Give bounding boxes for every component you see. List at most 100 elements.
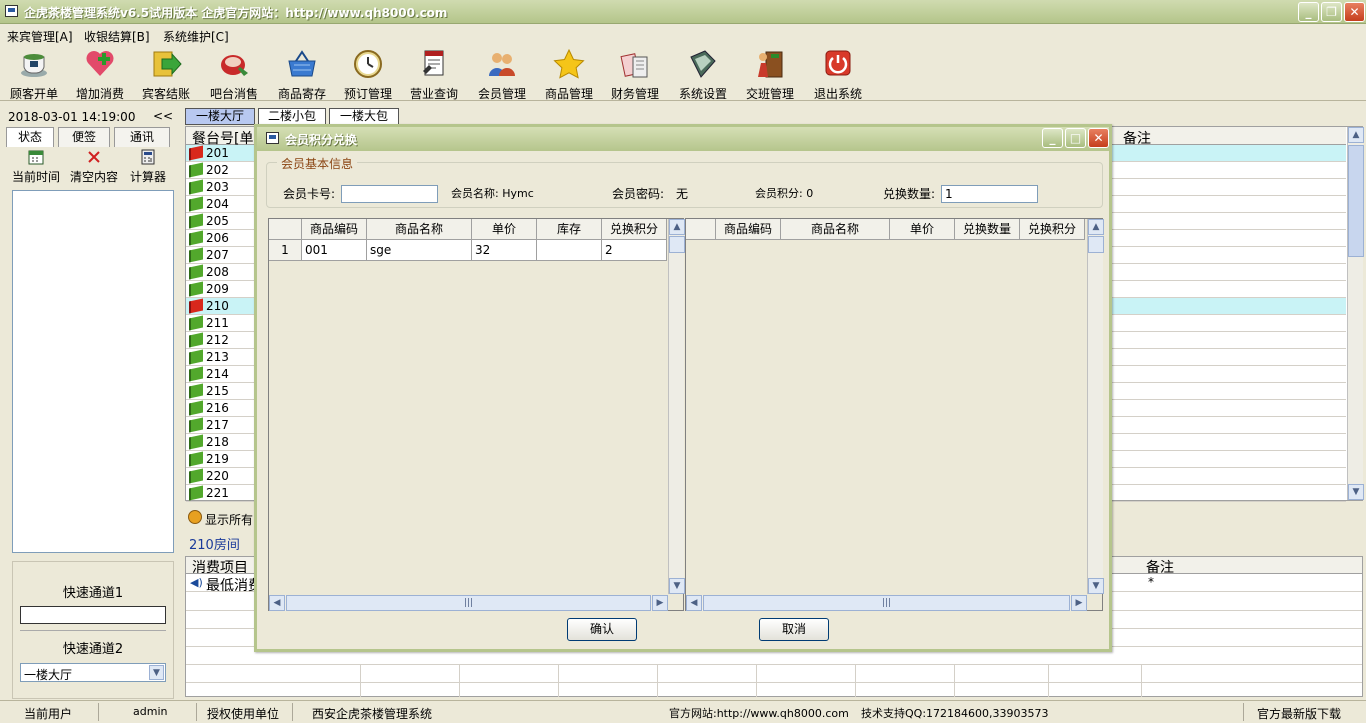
app-title: 企虎茶楼管理系统v6.5试用版本 企虎官方网站：http://www.qh800… [24,6,448,20]
quick-channel-panel: 快速通道1 快速通道2 一楼大厅 ▼ [12,561,174,699]
side-tabs: 状态 便签 通讯 [6,127,178,147]
website-link[interactable]: 官方网站:http://www.qh8000.com [669,705,849,721]
card-label: 会员卡号: [283,187,336,201]
tab-floor1-hall[interactable]: 一楼大厅 [185,108,255,125]
clear-x-icon [88,151,100,163]
toolbar-open-order-button[interactable]: 顾客开单 [2,49,66,101]
room-label: 210房间 [189,538,240,553]
toolbar-add-consumption-button[interactable]: 增加消费 [68,49,132,101]
col-name[interactable]: 商品名称 [367,219,472,240]
toolbar-checkout-button[interactable]: 宾客结账 [134,49,198,101]
scroll-thumb[interactable] [669,236,685,253]
shift-exit-icon [758,51,783,78]
restore-button[interactable]: ❐ [1321,2,1342,22]
scroll-thumb[interactable]: ||| [286,595,651,611]
menu-cashier[interactable]: 收银结算[B] [84,28,150,45]
cancel-button[interactable]: 取消 [759,618,829,641]
tab-floor2-small[interactable]: 二楼小包 [258,108,326,125]
points-exchange-dialog: 会员积分兑换 _ □ ✕ 会员基本信息 会员卡号: 会员名称: Hymc 会员密… [254,124,1112,652]
col-code[interactable]: 商品编码 [302,219,367,240]
toolbar-storage-button[interactable]: 商品寄存 [270,49,334,101]
toolbar-settings-button[interactable]: 系统设置 [671,49,735,101]
notes-area[interactable] [12,190,174,553]
clear-content-button[interactable]: 清空内容 [70,149,118,185]
toolbar-finance-button[interactable]: 财务管理 [603,49,667,101]
scroll-down-icon[interactable]: ▼ [1088,578,1104,594]
menu-system[interactable]: 系统维护[C] [163,28,229,45]
add-consumption-icon [86,51,114,76]
card-number-input[interactable] [341,185,438,203]
confirm-button[interactable]: 确认 [567,618,637,641]
col-points[interactable]: 兑换积分 [602,219,667,240]
room-number: 216 [206,401,229,415]
scroll-down-icon[interactable]: ▼ [1348,484,1364,500]
room-grid-scrollbar[interactable]: ▲ ▼ [1347,127,1364,500]
auth-label: 授权使用单位 [207,707,280,721]
collapse-panel-button[interactable]: << [153,109,173,123]
toolbar-member-button[interactable]: 会员管理 [470,49,534,101]
col-stock[interactable]: 库存 [537,219,602,240]
goods-vscroll[interactable]: ▲ ▼ [668,219,685,594]
refresh-icon[interactable] [188,510,202,524]
scroll-up-icon[interactable]: ▲ [669,219,685,235]
basket-icon [288,50,316,77]
scroll-left-icon[interactable]: ◀ [686,595,702,611]
available-flag-icon [189,332,203,348]
bar-sales-icon [221,55,248,76]
col-code[interactable]: 商品编码 [716,219,781,240]
menu-guest[interactable]: 来宾管理[A] [7,28,73,45]
tab-notes[interactable]: 便签 [58,127,110,147]
dialog-close-button[interactable]: ✕ [1088,128,1109,148]
calculator-button[interactable]: 计算器 [130,149,166,185]
room-number: 221 [206,486,229,500]
available-flag-icon [189,468,203,484]
scroll-thumb[interactable] [1088,236,1104,253]
quick-channel-2-select[interactable]: 一楼大厅 ▼ [20,663,166,682]
scroll-up-icon[interactable]: ▲ [1088,219,1104,235]
dialog-minimize-button[interactable]: _ [1042,128,1063,148]
calendar-icon [28,150,44,165]
current-time-button[interactable]: 当前时间 [12,149,60,185]
star-icon [553,48,585,79]
room-number: 210 [206,299,229,313]
occupied-flag-icon [189,298,203,314]
col-price[interactable]: 单价 [890,219,955,240]
dialog-maximize-button[interactable]: □ [1065,128,1086,148]
scroll-right-icon[interactable]: ▶ [652,595,668,611]
toolbar-bar-sales-button[interactable]: 吧台消售 [202,49,266,101]
toolbar-exit-button[interactable]: 退出系统 [806,49,870,101]
close-button[interactable]: ✕ [1344,2,1365,22]
tab-status[interactable]: 状态 [6,127,54,147]
tab-floor1-large[interactable]: 一楼大包 [329,108,399,125]
available-flag-icon [189,162,203,178]
scroll-right-icon[interactable]: ▶ [1071,595,1087,611]
grid-line [360,665,361,697]
col-price[interactable]: 单价 [472,219,537,240]
scroll-thumb[interactable] [1348,145,1364,257]
col-qty[interactable]: 兑换数量 [955,219,1020,240]
col-points[interactable]: 兑换积分 [1020,219,1085,240]
show-all-label[interactable]: 显示所有 [205,511,253,528]
chevron-down-icon[interactable]: ▼ [149,665,164,680]
member-info-legend: 会员基本信息 [277,155,358,172]
minimize-button[interactable]: _ [1298,2,1319,22]
scroll-thumb[interactable]: ||| [703,595,1070,611]
tab-comm[interactable]: 通讯 [114,127,170,147]
grid-line [1141,665,1142,697]
scroll-down-icon[interactable]: ▼ [669,578,685,594]
toolbar-business-query-button[interactable]: 营业查询 [402,49,466,101]
qty-input[interactable]: 1 [941,185,1038,203]
divider [20,630,166,631]
exchange-vscroll[interactable]: ▲ ▼ [1087,219,1104,594]
download-link[interactable]: 官方最新版下载 [1257,705,1341,722]
toolbar-goods-button[interactable]: 商品管理 [537,48,601,101]
member-points: 会员积分: 0 [755,187,814,200]
scroll-up-icon[interactable]: ▲ [1348,127,1364,143]
toolbar-reservation-button[interactable]: 预订管理 [336,49,400,101]
scroll-left-icon[interactable]: ◀ [269,595,285,611]
exchange-hscroll[interactable]: ◀ ||| ▶ [686,595,1087,611]
quick-channel-1-input[interactable] [20,606,166,624]
toolbar-shift-button[interactable]: 交班管理 [738,49,802,101]
goods-hscroll[interactable]: ◀ ||| ▶ [269,595,668,611]
col-name[interactable]: 商品名称 [781,219,890,240]
